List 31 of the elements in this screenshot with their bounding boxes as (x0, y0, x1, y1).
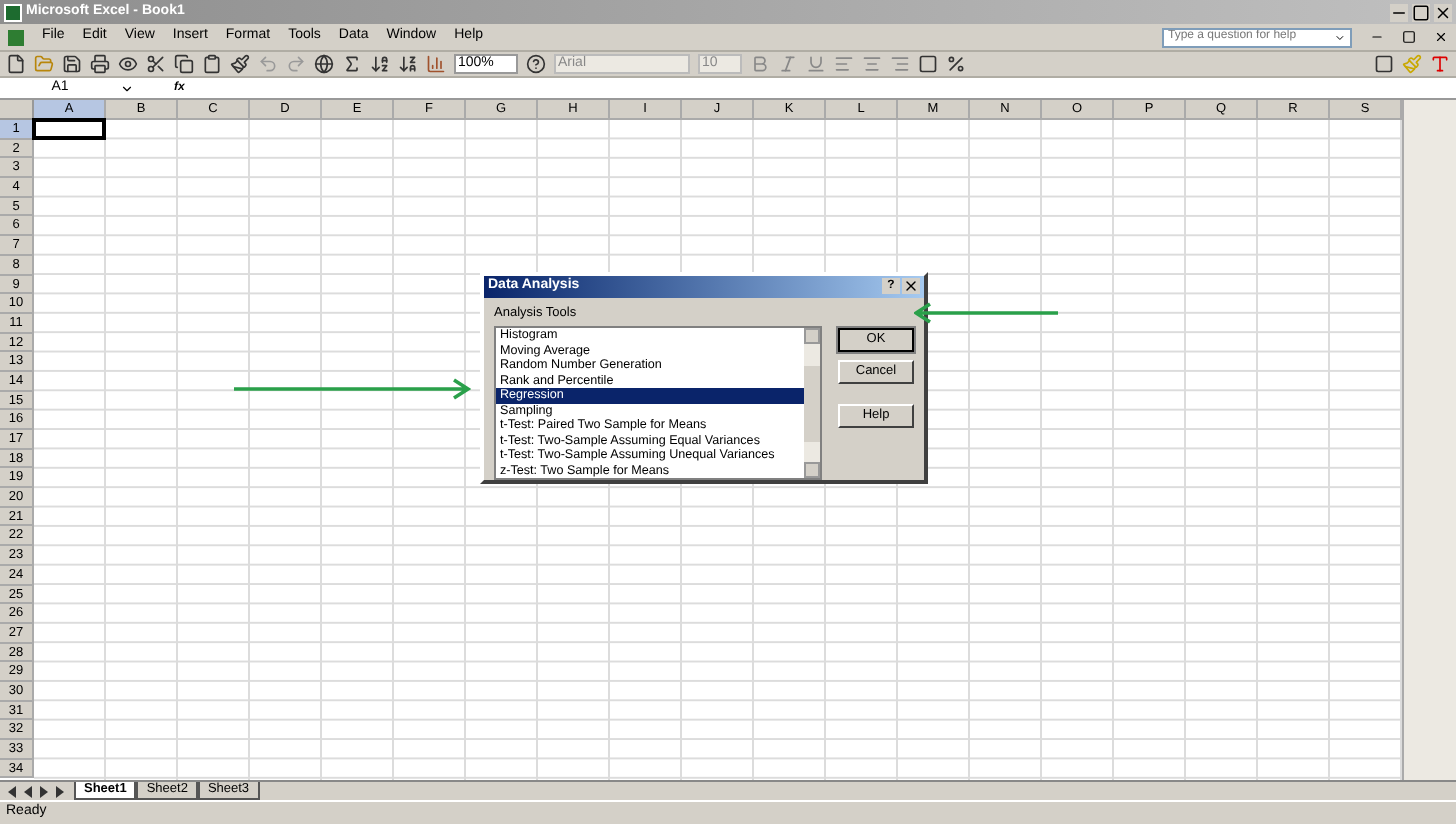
font-color-icon[interactable] (1430, 54, 1450, 74)
minimize-icon[interactable] (1390, 3, 1408, 21)
printer-icon[interactable] (90, 54, 110, 74)
close-icon[interactable] (1434, 30, 1448, 44)
spreadsheet-app-icon (4, 3, 22, 21)
minimize-icon[interactable] (1370, 30, 1384, 44)
vertical-scrollbar[interactable] (1402, 100, 1456, 780)
paste-icon[interactable] (202, 54, 222, 74)
annotation-arrow (914, 302, 1058, 324)
close-icon[interactable] (1434, 3, 1452, 21)
workbook-icon (8, 29, 24, 45)
cut-icon[interactable] (146, 54, 166, 74)
cell-grid[interactable] (34, 120, 1402, 780)
copy-icon[interactable] (174, 54, 194, 74)
analysis-tools-list[interactable] (494, 326, 822, 481)
fill-color-icon[interactable] (1402, 54, 1422, 74)
new-file-icon[interactable] (6, 54, 26, 74)
percent-icon[interactable] (946, 54, 966, 74)
dropdown-icon[interactable] (120, 81, 134, 95)
brush-icon[interactable] (230, 54, 250, 74)
selected-cell[interactable] (32, 118, 106, 140)
close-icon[interactable] (902, 278, 920, 295)
save-icon[interactable] (62, 54, 82, 74)
sort-descending-icon[interactable] (398, 54, 418, 74)
sort-ascending-icon[interactable] (370, 54, 390, 74)
preview-icon[interactable] (118, 54, 138, 74)
list-scrollbar[interactable] (804, 328, 820, 479)
chart-icon[interactable] (426, 54, 446, 74)
globe-icon[interactable] (314, 54, 334, 74)
sum-icon[interactable] (342, 54, 362, 74)
help-icon[interactable] (526, 54, 546, 74)
